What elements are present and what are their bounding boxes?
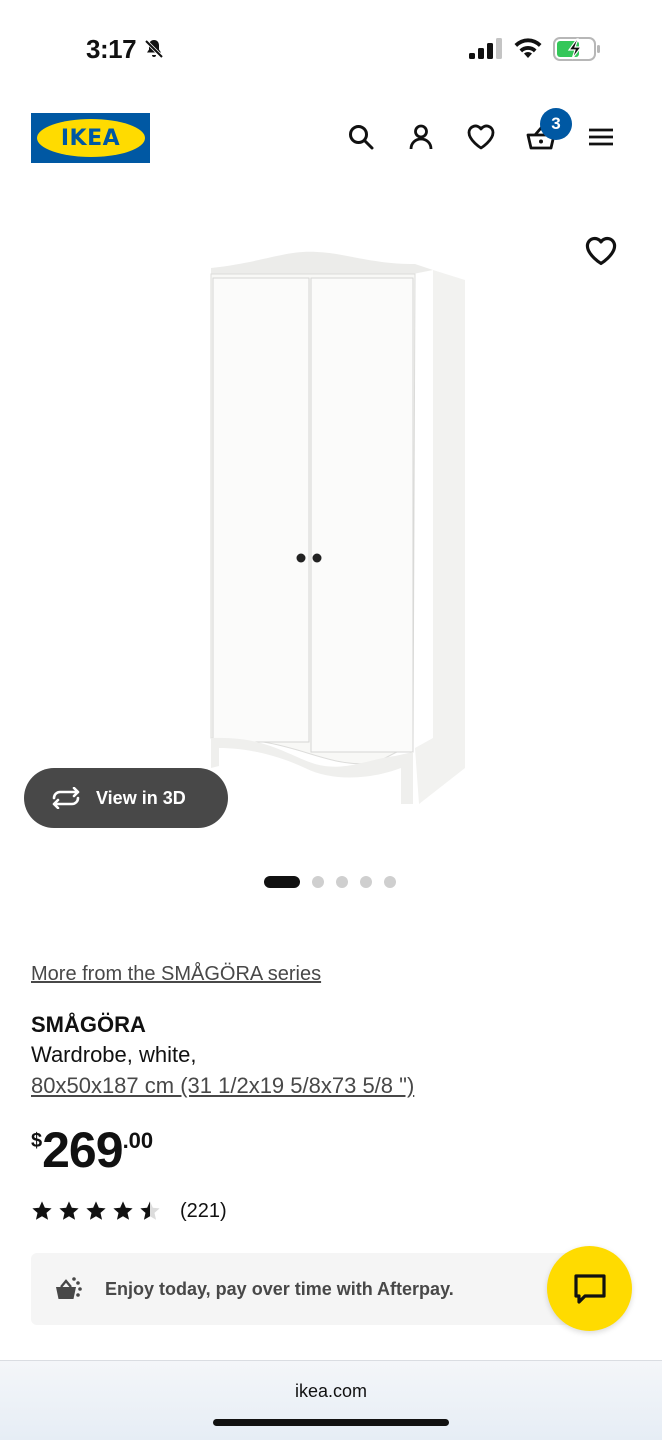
star-full-icon: [59, 1201, 79, 1220]
price-integer: 269: [42, 1122, 123, 1178]
product-image-gallery[interactable]: View in 3D: [0, 200, 662, 860]
price-currency: $: [31, 1130, 43, 1152]
home-indicator[interactable]: [213, 1419, 449, 1426]
pagination-dot[interactable]: [384, 876, 396, 888]
search-icon[interactable]: [343, 119, 379, 155]
site-header: IKEA 3: [0, 100, 662, 180]
menu-icon[interactable]: [583, 119, 619, 155]
view-in-3d-label: View in 3D: [96, 787, 186, 808]
heart-icon[interactable]: [584, 234, 618, 268]
pagination-dot[interactable]: [336, 876, 348, 888]
star-full-icon: [32, 1201, 52, 1220]
star-half-icon: [140, 1201, 160, 1220]
signal-icon: [469, 38, 502, 59]
product-description: Wardrobe, white,: [31, 1042, 197, 1067]
view-in-3d-button[interactable]: View in 3D: [24, 768, 228, 828]
url-text[interactable]: ikea.com: [0, 1381, 662, 1402]
pagination-dot-active[interactable]: [264, 876, 300, 888]
review-count: (221): [180, 1199, 227, 1222]
product-name: SMÅGÖRA: [31, 1012, 146, 1037]
logo-oval: IKEA: [36, 119, 145, 157]
battery-charging-icon: [553, 37, 600, 61]
status-time: 3:17: [86, 34, 137, 64]
product-price: $ 269 .00: [31, 1122, 153, 1178]
chat-button[interactable]: [547, 1246, 632, 1331]
afterpay-text: Enjoy today, pay over time with Afterpay…: [105, 1278, 454, 1299]
rotate-3d-icon: [52, 787, 80, 809]
pagination-dot[interactable]: [312, 876, 324, 888]
image-pagination-dots: [264, 876, 408, 888]
star-full-icon: [86, 1201, 106, 1220]
heart-icon[interactable]: [463, 119, 499, 155]
product-rating[interactable]: (221): [31, 1198, 227, 1224]
wifi-icon: [514, 38, 542, 58]
star-full-icon: [113, 1201, 133, 1220]
status-bar: 3:17: [0, 0, 662, 100]
afterpay-basket-icon: [56, 1277, 82, 1299]
chat-icon: [573, 1273, 606, 1304]
cart-count-badge: 3: [540, 108, 572, 140]
product-dimensions-link[interactable]: 80x50x187 cm (31 1/2x19 5/8x73 5/8 "): [31, 1073, 414, 1099]
bell-slash-icon: [144, 39, 164, 59]
browser-address-bar[interactable]: ikea.com: [0, 1360, 662, 1440]
wardrobe-product-image: [210, 251, 465, 804]
logo-text: IKEA: [60, 125, 121, 151]
pagination-dot[interactable]: [360, 876, 372, 888]
price-decimal: .00: [122, 1128, 154, 1153]
series-link[interactable]: More from the SMÅGÖRA series: [31, 963, 321, 986]
ikea-logo[interactable]: IKEA: [31, 113, 150, 163]
afterpay-banner[interactable]: Enjoy today, pay over time with Afterpay…: [31, 1253, 601, 1325]
account-icon[interactable]: [403, 119, 439, 155]
